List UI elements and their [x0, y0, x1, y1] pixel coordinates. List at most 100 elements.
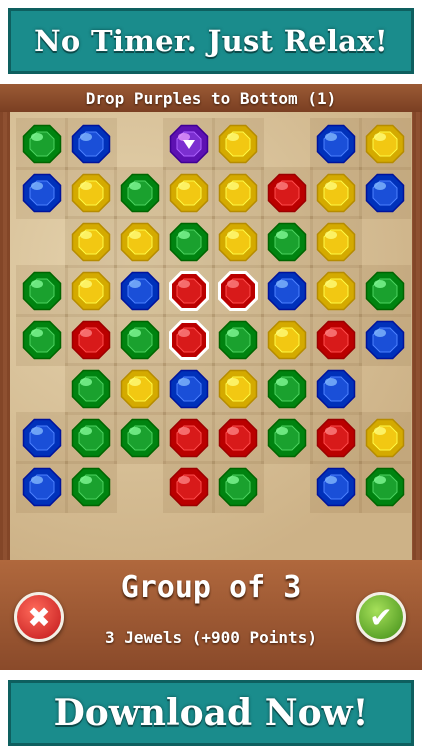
green-jewel[interactable]	[69, 465, 113, 509]
board-cell[interactable]	[359, 461, 411, 513]
green-jewel[interactable]	[167, 220, 211, 264]
blue-jewel[interactable]	[314, 122, 358, 166]
red-jewel[interactable]	[167, 269, 211, 313]
yellow-jewel[interactable]	[363, 122, 407, 166]
board-cell[interactable]	[163, 167, 215, 219]
yellow-jewel[interactable]	[314, 220, 358, 264]
green-jewel[interactable]	[363, 465, 407, 509]
board-cell[interactable]	[163, 412, 215, 464]
yellow-jewel[interactable]	[265, 318, 309, 362]
green-jewel[interactable]	[118, 318, 162, 362]
yellow-jewel[interactable]	[216, 367, 260, 411]
board-cell[interactable]	[261, 412, 313, 464]
red-jewel[interactable]	[69, 318, 113, 362]
yellow-jewel[interactable]	[69, 220, 113, 264]
board-cell[interactable]	[261, 314, 313, 366]
red-jewel[interactable]	[314, 318, 358, 362]
board-cell[interactable]	[310, 265, 362, 317]
board-cell[interactable]	[114, 167, 166, 219]
yellow-jewel[interactable]	[216, 171, 260, 215]
yellow-jewel[interactable]	[216, 122, 260, 166]
yellow-jewel[interactable]	[118, 220, 162, 264]
red-jewel[interactable]	[167, 465, 211, 509]
board-cell[interactable]	[163, 363, 215, 415]
board-cell[interactable]	[65, 167, 117, 219]
green-jewel[interactable]	[216, 318, 260, 362]
board-cell[interactable]	[310, 412, 362, 464]
red-jewel[interactable]	[314, 416, 358, 460]
yellow-jewel[interactable]	[69, 269, 113, 313]
board-cell[interactable]	[212, 167, 264, 219]
board-cell[interactable]	[114, 412, 166, 464]
board-cell[interactable]	[212, 118, 264, 170]
yellow-jewel[interactable]	[69, 171, 113, 215]
board-cell[interactable]	[310, 314, 362, 366]
yellow-jewel[interactable]	[118, 367, 162, 411]
board-cell[interactable]	[359, 314, 411, 366]
red-jewel[interactable]	[167, 416, 211, 460]
blue-jewel[interactable]	[314, 367, 358, 411]
board-cell[interactable]	[16, 265, 68, 317]
board-cell[interactable]	[16, 461, 68, 513]
board-cell[interactable]	[212, 363, 264, 415]
cancel-button[interactable]: ✖	[14, 592, 64, 642]
board-cell[interactable]	[261, 167, 313, 219]
blue-jewel[interactable]	[69, 122, 113, 166]
green-jewel[interactable]	[265, 416, 309, 460]
board-cell[interactable]	[212, 412, 264, 464]
board-cell[interactable]	[16, 118, 68, 170]
board-cell[interactable]	[65, 363, 117, 415]
green-jewel[interactable]	[265, 367, 309, 411]
green-jewel[interactable]	[20, 318, 64, 362]
board-cell[interactable]	[359, 265, 411, 317]
red-jewel[interactable]	[216, 269, 260, 313]
red-jewel[interactable]	[167, 318, 211, 362]
green-jewel[interactable]	[20, 269, 64, 313]
board-cell[interactable]	[310, 118, 362, 170]
board-cell[interactable]	[212, 314, 264, 366]
board-cell[interactable]	[359, 412, 411, 464]
board-cell[interactable]	[310, 461, 362, 513]
board-cell[interactable]	[16, 314, 68, 366]
board-cell[interactable]	[310, 216, 362, 268]
purple-jewel[interactable]	[167, 122, 211, 166]
bottom-banner[interactable]: Download Now!	[8, 680, 414, 746]
blue-jewel[interactable]	[20, 171, 64, 215]
green-jewel[interactable]	[69, 416, 113, 460]
board-cell[interactable]	[310, 363, 362, 415]
board-cell[interactable]	[261, 363, 313, 415]
blue-jewel[interactable]	[314, 465, 358, 509]
yellow-jewel[interactable]	[363, 416, 407, 460]
green-jewel[interactable]	[216, 465, 260, 509]
yellow-jewel[interactable]	[314, 269, 358, 313]
green-jewel[interactable]	[69, 367, 113, 411]
green-jewel[interactable]	[20, 122, 64, 166]
board-cell[interactable]	[310, 167, 362, 219]
green-jewel[interactable]	[363, 269, 407, 313]
board-cell[interactable]	[65, 216, 117, 268]
blue-jewel[interactable]	[20, 416, 64, 460]
blue-jewel[interactable]	[265, 269, 309, 313]
red-jewel[interactable]	[265, 171, 309, 215]
board-cell[interactable]	[114, 314, 166, 366]
yellow-jewel[interactable]	[314, 171, 358, 215]
green-jewel[interactable]	[118, 171, 162, 215]
board-cell[interactable]	[212, 265, 264, 317]
blue-jewel[interactable]	[20, 465, 64, 509]
board-cell[interactable]	[65, 118, 117, 170]
board-cell[interactable]	[114, 216, 166, 268]
board-cell[interactable]	[163, 461, 215, 513]
board-cell[interactable]	[212, 461, 264, 513]
board-cell[interactable]	[359, 118, 411, 170]
board-cell[interactable]	[359, 167, 411, 219]
board-cell[interactable]	[16, 167, 68, 219]
blue-jewel[interactable]	[363, 171, 407, 215]
board-cell[interactable]	[261, 216, 313, 268]
board-cell[interactable]	[163, 118, 215, 170]
yellow-jewel[interactable]	[216, 220, 260, 264]
green-jewel[interactable]	[265, 220, 309, 264]
board-cell[interactable]	[163, 216, 215, 268]
board-cell[interactable]	[65, 314, 117, 366]
board-cell[interactable]	[65, 461, 117, 513]
yellow-jewel[interactable]	[167, 171, 211, 215]
